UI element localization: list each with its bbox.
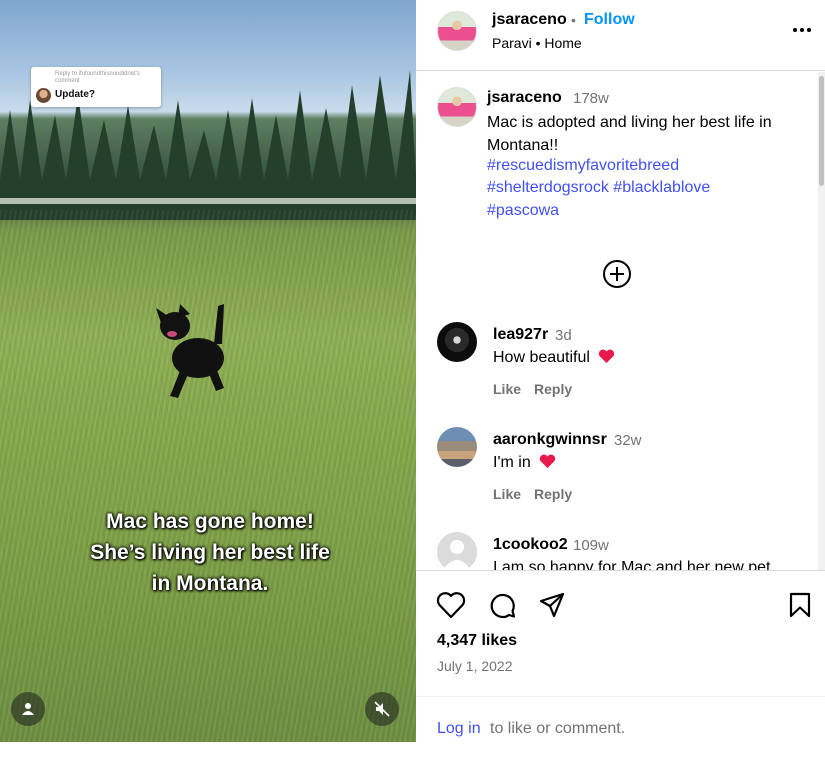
caption-text: Mac is adopted and living her best life … <box>487 114 772 154</box>
comment-button[interactable] <box>487 590 517 620</box>
default-avatar-icon <box>443 540 471 570</box>
video-player[interactable]: Reply to ifufoundthisnoudidnet's comment… <box>0 0 416 742</box>
post-location[interactable]: Paravi • Home <box>492 35 582 51</box>
comment-item: aaronkgwinnsr 32w I'm in Like Reply <box>416 427 816 527</box>
reply-sticker-text: Update? <box>55 89 95 100</box>
heart-emoji-icon <box>540 454 556 468</box>
bookmark-icon <box>789 592 811 618</box>
commenter-avatar[interactable] <box>437 427 477 467</box>
comments-list[interactable]: jsaraceno 178w Mac is adopted and living… <box>416 72 825 570</box>
commenter-avatar[interactable] <box>437 532 477 570</box>
reply-sticker-avatar <box>36 88 51 103</box>
caption-username[interactable]: jsaraceno <box>487 89 562 107</box>
save-button[interactable] <box>785 590 815 620</box>
comment-reply-button[interactable]: Reply <box>534 486 572 502</box>
author-avatar[interactable] <box>437 11 477 51</box>
author-username[interactable]: jsaraceno <box>492 11 567 29</box>
comment-time: 3d <box>555 327 572 344</box>
follow-button[interactable]: Follow <box>584 11 635 29</box>
comment-item: 1cookoo2 109w I am so happy for Mac and … <box>416 532 816 570</box>
like-button[interactable] <box>436 590 466 620</box>
comment-like-button[interactable]: Like <box>493 381 521 397</box>
commenter-username[interactable]: aaronkgwinnsr <box>493 431 607 449</box>
more-options-icon <box>793 28 811 32</box>
post-actions: 4,347 likes July 1, 2022 Log in to like … <box>416 570 825 742</box>
muted-speaker-icon <box>374 701 390 717</box>
reply-sticker: Reply to ifufoundthisnoudidnet's comment… <box>31 67 161 107</box>
login-link[interactable]: Log in <box>437 720 481 738</box>
commenter-avatar[interactable] <box>437 322 477 362</box>
video-caption-line: in Montana. <box>151 572 269 595</box>
comment-text: How beautiful <box>493 349 615 367</box>
caption-time: 178w <box>573 90 609 107</box>
mute-button[interactable] <box>365 692 399 726</box>
commenter-username[interactable]: 1cookoo2 <box>493 536 568 554</box>
share-icon <box>539 592 565 618</box>
hashtag-link[interactable]: #shelterdogsrock #blacklablove <box>487 179 710 197</box>
black-dog <box>156 304 224 398</box>
video-caption-line: Mac has gone home! <box>106 510 314 533</box>
comment-time: 32w <box>614 432 642 449</box>
comment-icon <box>490 593 516 618</box>
reply-sticker-context: Reply to ifufoundthisnoudidnet's comment <box>55 71 140 84</box>
comment-reply-button[interactable]: Reply <box>534 381 572 397</box>
grass-field <box>0 210 416 742</box>
hashtag-link[interactable]: #rescuedismyfavoritebreed <box>487 157 679 175</box>
header-separator: • <box>571 12 576 28</box>
share-button[interactable] <box>537 590 567 620</box>
heart-emoji-icon <box>599 349 615 363</box>
user-icon <box>22 703 34 715</box>
comment-time: 109w <box>573 537 609 554</box>
video-caption-line: She’s living her best life <box>90 541 330 564</box>
video-caption: Mac has gone home! She’s living her best… <box>40 506 380 599</box>
login-prompt-text: to like or comment. <box>490 720 626 737</box>
comment-like-button[interactable]: Like <box>493 486 521 502</box>
login-prompt: Log in to like or comment. <box>416 696 825 743</box>
likes-count[interactable]: 4,347 likes <box>437 632 517 650</box>
comment-text-content: I'm in <box>493 454 531 471</box>
post-header: jsaraceno • Follow Paravi • Home <box>416 0 825 71</box>
comment-item: lea927r 3d How beautiful Like Reply <box>416 322 816 422</box>
comments-scrollbar[interactable] <box>818 72 825 570</box>
comment-text-content: How beautiful <box>493 349 590 366</box>
comment-text: I'm in <box>493 454 556 472</box>
hashtag-link[interactable]: #pascowa <box>487 202 559 220</box>
caption-author-avatar[interactable] <box>437 87 477 127</box>
commenter-username[interactable]: lea927r <box>493 326 548 344</box>
plus-circle-icon[interactable] <box>601 258 633 290</box>
post-date[interactable]: July 1, 2022 <box>437 658 513 674</box>
tagged-users-button[interactable] <box>11 692 45 726</box>
heart-outline-icon <box>436 592 466 619</box>
comment-text: I am so happy for Mac and her new pet <box>493 559 771 570</box>
post-detail-panel: jsaraceno • Follow Paravi • Home jsarace… <box>416 0 825 742</box>
more-options-button[interactable] <box>790 18 814 42</box>
scrollbar-thumb[interactable] <box>819 76 824 186</box>
